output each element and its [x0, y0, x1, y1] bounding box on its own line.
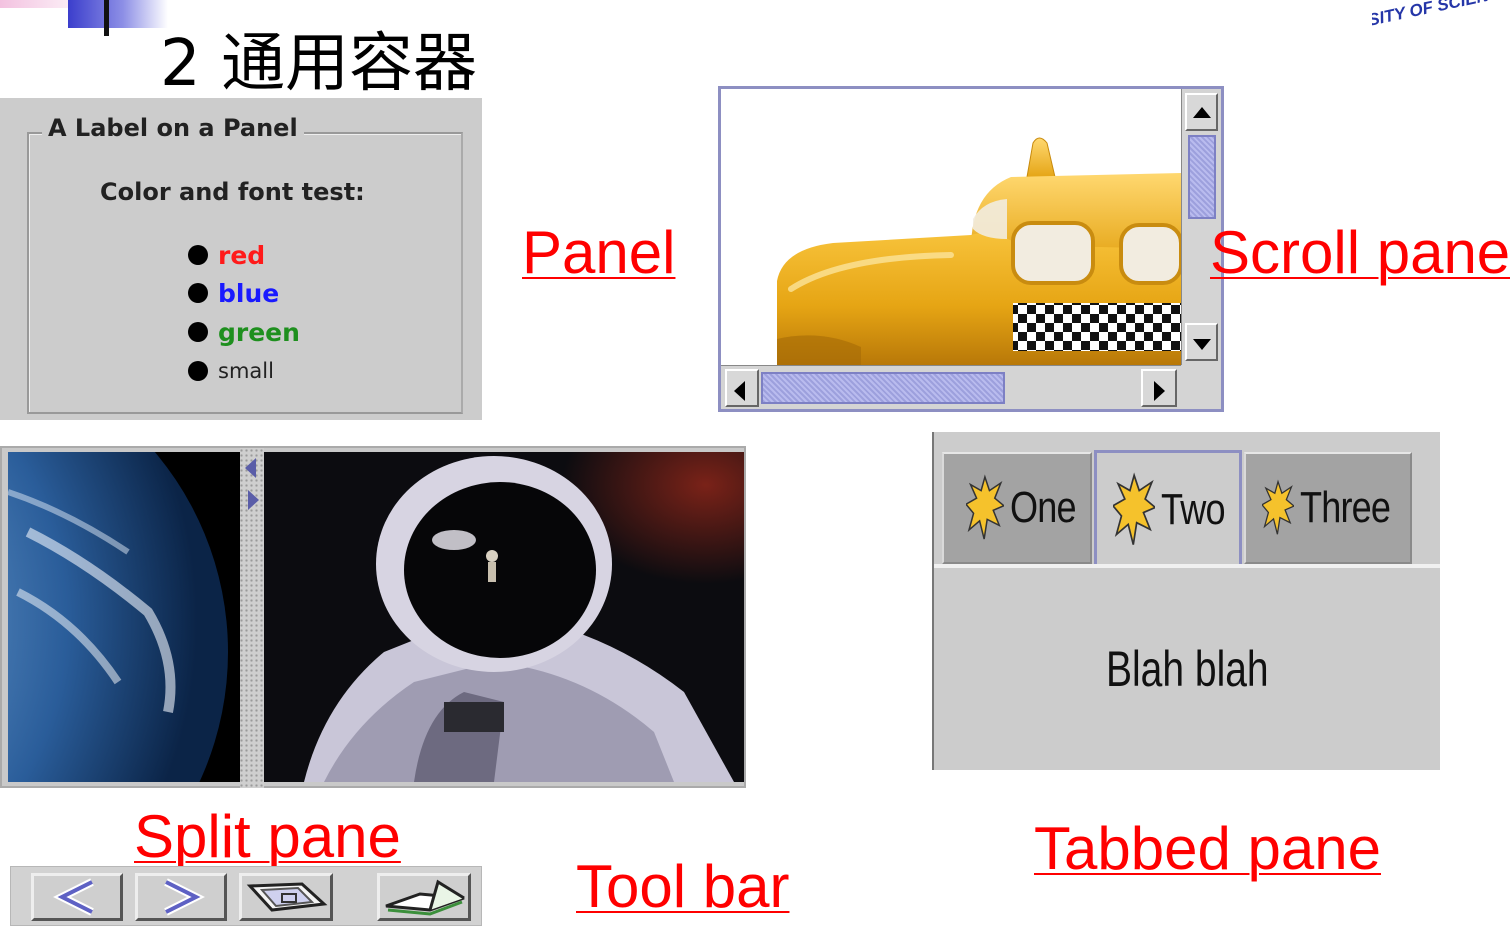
- split-left-pane[interactable]: [8, 452, 240, 782]
- bullet-label: small: [218, 359, 274, 383]
- bullet-item-small: small: [188, 356, 274, 386]
- bullet-icon: [188, 283, 208, 303]
- panel-demo: A Label on a Panel Color and font test: …: [0, 98, 482, 420]
- tab-three[interactable]: Three: [1244, 452, 1412, 564]
- scroll-viewport[interactable]: [721, 89, 1181, 365]
- caption-split-pane[interactable]: Split pane: [134, 802, 401, 871]
- bullet-item-red: red: [188, 240, 265, 270]
- collapse-right-icon[interactable]: [248, 490, 259, 510]
- toolbar-demo: [10, 866, 482, 926]
- horizontal-scrollbar[interactable]: [721, 365, 1181, 409]
- tray-icon: [385, 879, 465, 916]
- vertical-scroll-thumb[interactable]: [1188, 135, 1216, 219]
- slide-decoration-blue: [68, 0, 168, 28]
- starburst-icon: [966, 474, 1004, 540]
- panel-border-title: A Label on a Panel: [42, 114, 304, 142]
- bullet-label: red: [218, 240, 266, 270]
- bullet-item-green: green: [188, 317, 300, 347]
- tab-one[interactable]: One: [942, 452, 1092, 564]
- scroll-left-button[interactable]: [725, 369, 759, 407]
- horizontal-scroll-thumb[interactable]: [761, 372, 1005, 404]
- bullet-item-blue: blue: [188, 278, 279, 308]
- seal-text: SITY OF SCIENC: [1372, 0, 1503, 30]
- bullet-icon: [188, 245, 208, 265]
- starburst-icon: [1262, 479, 1295, 535]
- scroll-pane-demo: [718, 86, 1224, 412]
- slide-title: 2 通用容器: [160, 27, 478, 101]
- arrow-down-icon: [1192, 339, 1211, 350]
- tab-two[interactable]: Two: [1094, 450, 1242, 566]
- panel-heading: Color and font test:: [100, 178, 365, 206]
- scrollbar-corner: [1181, 365, 1221, 409]
- arrow-left-icon: [734, 381, 745, 401]
- slide-decoration-bar: [104, 0, 109, 36]
- toolbar-forward-button[interactable]: [135, 873, 227, 921]
- split-divider[interactable]: [240, 448, 264, 788]
- frame-icon: [246, 882, 328, 912]
- collapse-left-icon[interactable]: [245, 458, 256, 478]
- tab-label: Three: [1300, 483, 1391, 532]
- toolbar-back-button[interactable]: [31, 873, 123, 921]
- tab-content-text: Blah blah: [1106, 641, 1269, 697]
- caption-tabbed-pane[interactable]: Tabbed pane: [1034, 814, 1381, 883]
- bullet-label: blue: [218, 278, 280, 308]
- toolbar-tray-button[interactable]: [377, 873, 471, 921]
- tab-label: One: [1009, 483, 1077, 532]
- yellow-taxi-image: [777, 137, 1181, 365]
- caption-tool-bar[interactable]: Tool bar: [576, 852, 789, 921]
- tabbed-pane-demo: One Two Three Blah blah: [932, 432, 1440, 770]
- right-arrow-icon: [164, 878, 205, 916]
- split-pane-demo: [0, 446, 746, 788]
- split-right-pane[interactable]: [264, 452, 744, 782]
- bullet-icon: [188, 322, 208, 342]
- caption-scroll-pane[interactable]: Scroll pane: [1210, 218, 1510, 287]
- astronaut-image: [264, 452, 744, 782]
- scroll-right-button[interactable]: [1141, 369, 1177, 407]
- arrow-right-icon: [1154, 381, 1165, 401]
- scroll-up-button[interactable]: [1185, 93, 1218, 131]
- scroll-down-button[interactable]: [1185, 323, 1218, 361]
- university-seal-logo: SITY OF SCIENC: [1372, 0, 1510, 40]
- toolbar-frame-button[interactable]: [239, 873, 333, 921]
- earth-image: [8, 452, 240, 782]
- bullet-label: green: [218, 317, 300, 347]
- caption-panel[interactable]: Panel: [522, 218, 675, 287]
- left-arrow-icon: [53, 878, 94, 916]
- bullet-icon: [188, 361, 208, 381]
- starburst-icon: [1113, 471, 1156, 545]
- tab-label: Two: [1161, 484, 1226, 534]
- arrow-up-icon: [1192, 107, 1211, 118]
